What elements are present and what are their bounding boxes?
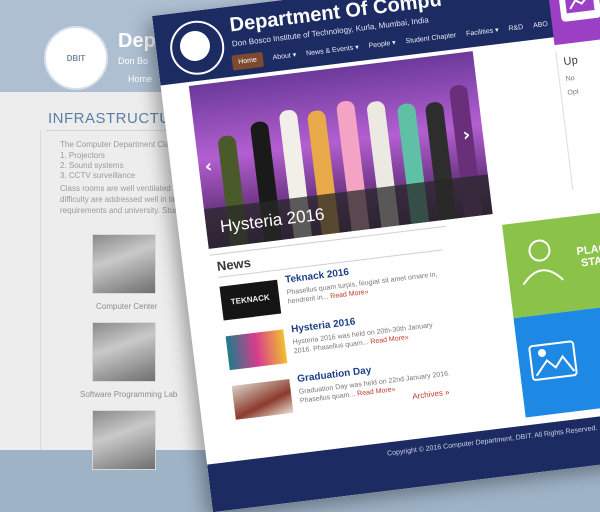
nav-about-partial[interactable]: ABO xyxy=(533,20,549,29)
infrastructure-text-line: difficulty are addressed well in time xyxy=(60,195,184,204)
nav-news-events[interactable]: News & Events ▾ xyxy=(306,43,360,57)
foreground-page: Department Of Compu Don Bosco Institute … xyxy=(152,0,600,512)
nav-rnd[interactable]: R&D xyxy=(508,23,524,32)
infrastructure-text-line: requirements and university. Students xyxy=(60,206,194,215)
background-title: Dep xyxy=(118,30,156,53)
news-thumbnail[interactable] xyxy=(232,379,294,420)
background-divider xyxy=(40,130,41,450)
updates-panel: Up No Opt xyxy=(555,42,600,190)
software-lab-photo[interactable] xyxy=(92,322,156,382)
placement-statistics-tile[interactable]: PLACEMENT STATISTICS xyxy=(502,207,600,318)
computer-center-caption: Computer Center xyxy=(96,302,157,311)
purple-tile[interactable] xyxy=(545,0,600,45)
updates-heading: Up xyxy=(563,55,578,69)
infrastructure-text-line: 1. Projectors xyxy=(60,151,105,160)
infrastructure-text-line: The Computer Department Class xyxy=(60,140,177,149)
updates-item[interactable]: No xyxy=(565,75,575,83)
computer-center-photo[interactable] xyxy=(92,234,156,294)
nav-facilities[interactable]: Facilities ▾ xyxy=(466,26,499,38)
placement-statistics-label: PLACEMENT STATISTICS xyxy=(565,236,600,271)
user-icon xyxy=(507,229,574,296)
slider-prev-icon[interactable]: ‹ xyxy=(204,156,214,178)
software-lab-caption: Software Programming Lab xyxy=(80,390,177,399)
lab-photo-bottom[interactable] xyxy=(92,410,156,470)
background-nav-home[interactable]: Home xyxy=(128,74,152,84)
image-icon xyxy=(522,330,589,397)
news-heading: News xyxy=(216,255,252,274)
nav-home[interactable]: Home xyxy=(231,51,263,70)
infrastructure-text-line: 2. Sound systems xyxy=(60,161,124,170)
background-subtitle: Don Bo xyxy=(118,56,148,66)
news-section: News TEKNACK Teknack 2016 Phasellus quam… xyxy=(210,226,471,455)
logo-gear-icon xyxy=(178,29,211,62)
updates-item[interactable]: Opt xyxy=(567,89,579,97)
news-thumbnail[interactable] xyxy=(226,329,288,370)
nav-about[interactable]: About ▾ xyxy=(272,51,297,62)
infrastructure-text-line: 3. CCTV surveillance xyxy=(60,171,135,180)
nav-student-chapter[interactable]: Student Chapter xyxy=(405,32,456,45)
hero-slider[interactable]: ‹ › Hysteria 2016 xyxy=(189,51,493,249)
gallery-tile[interactable]: GA xyxy=(514,300,600,417)
presentation-icon xyxy=(545,0,600,45)
nav-people[interactable]: People ▾ xyxy=(368,39,396,50)
college-logo: DBIT xyxy=(44,26,108,90)
news-thumbnail[interactable]: TEKNACK xyxy=(220,280,282,321)
